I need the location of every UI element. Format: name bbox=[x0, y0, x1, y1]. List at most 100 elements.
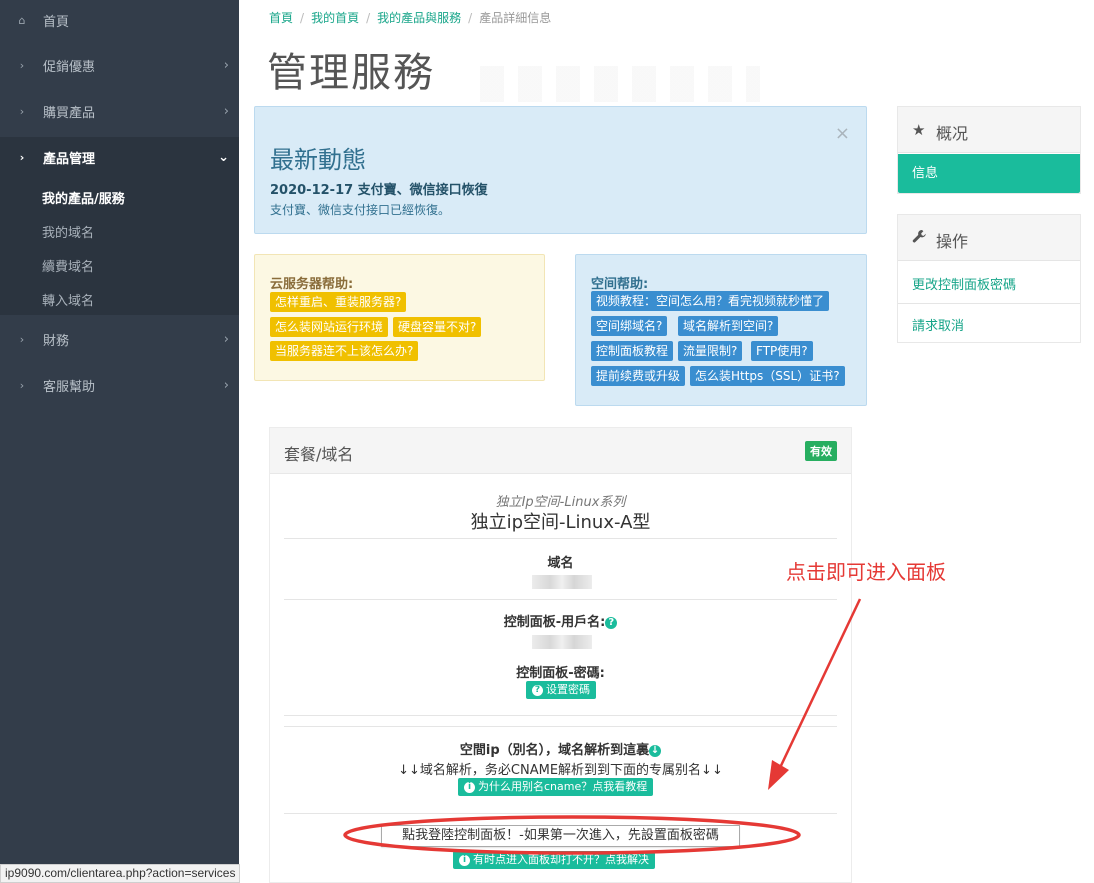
panel-header: ★ 概况 bbox=[898, 107, 1080, 153]
breadcrumb-my-home[interactable]: 我的首頁 bbox=[311, 11, 359, 25]
help-tag-video-tutorial[interactable]: 视频教程：空间怎么用？看完视频就秒懂了 bbox=[591, 291, 830, 311]
breadcrumb-separator: / bbox=[468, 11, 473, 25]
panel-header: 操作 bbox=[898, 215, 1080, 261]
divider bbox=[284, 715, 837, 716]
panel-title: 概况 bbox=[936, 124, 969, 143]
divider bbox=[284, 538, 837, 539]
password-label: 控制面板-密碼: bbox=[516, 666, 605, 681]
chevron-right-icon: › bbox=[223, 331, 229, 347]
breadcrumb-separator: / bbox=[366, 11, 371, 25]
breadcrumb-current: 產品詳細信息 bbox=[479, 11, 552, 25]
alias-help-label: 为什么用别名cname？点我看教程 bbox=[478, 780, 648, 793]
set-password-button[interactable]: ? 设置密碼 bbox=[526, 681, 596, 699]
sidebar-item-buy-products[interactable]: › 購買產品 › bbox=[0, 91, 239, 131]
help-tag-https-ssl[interactable]: 怎么装Https（SSL）证书? bbox=[690, 366, 845, 386]
panel-troubleshoot-button[interactable]: i 有时点进入面板却打不开？点我解决 bbox=[453, 851, 655, 869]
help-tag-ftp[interactable]: FTP使用? bbox=[751, 341, 813, 361]
breadcrumb-home[interactable]: 首頁 bbox=[269, 11, 293, 25]
title-decoration bbox=[480, 66, 760, 102]
username-value-redacted bbox=[532, 635, 592, 649]
status-badge: 有效 bbox=[805, 441, 837, 461]
domain-label: 域名 bbox=[547, 556, 574, 571]
help-tag-restart[interactable]: 怎样重启、重装服务器? bbox=[270, 292, 407, 312]
sidebar-item-label: 首頁 bbox=[43, 14, 70, 30]
help-tag-resolve-domain[interactable]: 域名解析到空间? bbox=[678, 316, 779, 336]
product-name: 独立ip空间-Linux-A型 bbox=[470, 512, 651, 533]
announcement-box: × 最新動態 2020-12-17 支付寶、微信接口恢復 支付寶、微信支付接口已… bbox=[254, 106, 867, 234]
card-title: 套餐/域名 bbox=[284, 445, 354, 464]
cloud-server-help-box: 云服务器帮助: 怎样重启、重装服务器? 怎么装网站运行环境 硬盘容量不对? 当服… bbox=[254, 254, 545, 381]
sidebar-item-label: 客服幫助 bbox=[43, 379, 96, 395]
sidebar-item-label: 產品管理 bbox=[43, 151, 96, 167]
breadcrumb: 首頁 / 我的首頁 / 我的產品與服務 / 產品詳細信息 bbox=[269, 9, 551, 26]
alias-description: ↓↓域名解析，务必CNAME解析到到下面的专属别名↓↓ bbox=[398, 763, 723, 778]
request-cancel-link[interactable]: 請求取消 bbox=[912, 315, 964, 334]
sidebar-subitem-my-domains[interactable]: 我的域名 bbox=[42, 222, 94, 241]
annotation-text: 点击即可进入面板 bbox=[786, 560, 946, 584]
wrench-icon bbox=[912, 229, 927, 248]
overview-item-info[interactable]: 信息 bbox=[898, 154, 1080, 193]
sidebar-submenu: 我的產品/服務 我的域名 續費域名 轉入域名 bbox=[0, 177, 239, 315]
divider bbox=[284, 813, 837, 814]
chevron-down-icon: ⌄ bbox=[218, 149, 229, 165]
help-tag-environment[interactable]: 怎么装网站运行环境 bbox=[270, 317, 389, 337]
announcement-heading: 最新動態 bbox=[270, 146, 366, 174]
divider bbox=[284, 726, 837, 727]
sidebar-subitem-renew-domains[interactable]: 續費域名 bbox=[42, 256, 94, 275]
sidebar-subitem-my-products[interactable]: 我的產品/服務 bbox=[42, 188, 125, 207]
help-tag-bind-domain[interactable]: 空间绑域名? bbox=[591, 316, 668, 336]
arrow-down-circle-icon: ↓ bbox=[649, 744, 662, 757]
sidebar-item-label: 財務 bbox=[43, 333, 70, 349]
chevron-right-icon: › bbox=[223, 57, 229, 73]
alias-help-button[interactable]: i 为什么用别名cname？点我看教程 bbox=[458, 778, 654, 796]
service-card: 套餐/域名 有效 独立Ip空间-Linux系列 独立ip空间-Linux-A型 … bbox=[269, 427, 852, 883]
panel-troubleshoot-label: 有时点进入面板却打不开？点我解决 bbox=[473, 853, 649, 866]
home-icon: ⌂ bbox=[18, 13, 26, 27]
sidebar-item-finance[interactable]: › 財務 › bbox=[0, 319, 239, 359]
divider bbox=[284, 599, 837, 600]
panel-title: 操作 bbox=[936, 232, 969, 251]
chevron-right-icon: › bbox=[19, 150, 25, 164]
chevron-right-icon: › bbox=[223, 103, 229, 119]
help-tag-panel-tutorial[interactable]: 控制面板教程 bbox=[591, 341, 674, 361]
sidebar: ⌂ 首頁 › 促銷優惠 › › 購買產品 › › 產品管理 ⌄ 我的產品/服務 … bbox=[0, 0, 239, 883]
actions-panel: 操作 更改控制面板密碼 請求取消 bbox=[897, 214, 1081, 343]
help-tag-disk[interactable]: 硬盘容量不对? bbox=[393, 317, 482, 337]
card-header: 套餐/域名 有效 bbox=[270, 428, 851, 474]
announcement-body: 支付寶、微信支付接口已經恢復。 bbox=[270, 203, 451, 217]
chevron-right-icon: › bbox=[19, 58, 25, 72]
username-label: 控制面板-用戶名: bbox=[503, 615, 606, 630]
help-title: 云服务器帮助: bbox=[270, 277, 354, 292]
help-tag-connection[interactable]: 当服务器连不上该怎么办? bbox=[270, 341, 419, 361]
login-control-panel-button[interactable]: 點我登陸控制面板！-如果第一次進入，先設置面板密碼 bbox=[381, 825, 740, 847]
sidebar-item-label: 購買產品 bbox=[43, 105, 96, 121]
question-icon: ? bbox=[532, 684, 543, 696]
star-icon: ★ bbox=[912, 121, 926, 139]
sidebar-item-home[interactable]: ⌂ 首頁 bbox=[0, 0, 239, 40]
set-password-label: 设置密碼 bbox=[546, 683, 590, 696]
sidebar-item-support[interactable]: › 客服幫助 › bbox=[0, 365, 239, 405]
browser-status-bar: ip9090.com/clientarea.php?action=service… bbox=[0, 864, 241, 883]
change-panel-password-link[interactable]: 更改控制面板密碼 bbox=[912, 274, 1016, 293]
question-icon[interactable]: ? bbox=[605, 616, 618, 629]
chevron-right-icon: › bbox=[223, 377, 229, 393]
chevron-right-icon: › bbox=[19, 104, 25, 118]
breadcrumb-my-products[interactable]: 我的產品與服務 bbox=[377, 11, 461, 25]
info-icon: i bbox=[464, 781, 475, 793]
sidebar-item-label: 促銷優惠 bbox=[43, 59, 96, 75]
sidebar-item-product-management[interactable]: › 產品管理 ⌄ bbox=[0, 137, 239, 177]
sidebar-item-promotions[interactable]: › 促銷優惠 › bbox=[0, 45, 239, 85]
divider bbox=[898, 303, 1080, 304]
domain-value-redacted bbox=[532, 575, 592, 589]
info-icon: i bbox=[459, 854, 470, 866]
help-tag-traffic-limit[interactable]: 流量限制? bbox=[678, 341, 743, 361]
help-title: 空间帮助: bbox=[591, 277, 649, 292]
help-tag-renew-upgrade[interactable]: 提前续费或升级 bbox=[591, 366, 686, 386]
alias-label-row: 空間ip（別名），域名解析到這裏 ↓ bbox=[270, 739, 851, 758]
close-icon[interactable]: × bbox=[835, 123, 850, 144]
overview-panel: ★ 概况 信息 bbox=[897, 106, 1081, 194]
alias-label: 空間ip（別名），域名解析到這裏 bbox=[459, 743, 650, 758]
sidebar-subitem-transfer-domains[interactable]: 轉入域名 bbox=[42, 290, 94, 309]
announcement-date-title[interactable]: 2020-12-17 支付寶、微信接口恢復 bbox=[270, 179, 488, 198]
chevron-right-icon: › bbox=[19, 332, 25, 346]
